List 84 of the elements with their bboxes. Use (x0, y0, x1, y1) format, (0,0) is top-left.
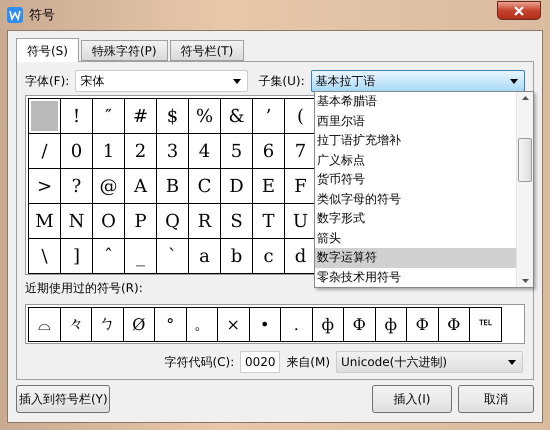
symbol-cell[interactable]: 4 (189, 134, 221, 169)
symbol-cell[interactable]: D (221, 169, 253, 204)
subset-label: 子集(U): (258, 72, 305, 90)
tab[interactable]: 特殊字符(P) (80, 40, 168, 61)
close-icon (514, 6, 524, 16)
symbol-cell[interactable]: c (253, 239, 285, 274)
symbol-cell[interactable]: ? (61, 169, 93, 204)
symbol-cell[interactable]: 1 (93, 134, 125, 169)
window-title: 符号 (29, 7, 55, 24)
symbol-cell[interactable]: @ (93, 169, 125, 204)
recent-label: 近期使用过的符号(R): (25, 280, 143, 297)
symbol-cell[interactable]: > (29, 169, 61, 204)
recent-symbol-cell[interactable]: . (281, 308, 312, 342)
subset-option[interactable]: 数字运算符 (315, 248, 516, 268)
recent-symbol-cell[interactable]: ф (312, 308, 344, 342)
symbol-cell[interactable]: P (125, 204, 157, 239)
symbol-cell[interactable]: _ (125, 239, 157, 274)
caret-icon (508, 360, 516, 364)
recent-symbol-cell[interactable]: ° (155, 308, 186, 342)
symbol-cell[interactable]: $ (157, 99, 189, 134)
symbol-cell[interactable]: S (221, 204, 253, 239)
symbol-cell[interactable]: ! (61, 99, 93, 134)
font-dropdown[interactable]: 宋体 (75, 70, 248, 92)
symbol-cell[interactable]: ˆ (93, 239, 125, 274)
char-code-field[interactable]: 0020 (240, 351, 280, 373)
symbol-cell[interactable]: ` (157, 239, 189, 274)
subset-option[interactable]: 零杂技术用符号 (315, 268, 516, 287)
symbol-cell[interactable]: T (253, 204, 285, 239)
symbol-cell[interactable]: 0 (61, 134, 93, 169)
recent-symbol-cell[interactable]: ф (376, 308, 407, 342)
symbol-cell[interactable]: 2 (125, 134, 157, 169)
tab[interactable]: 符号(S) (16, 38, 79, 62)
symbol-cell[interactable]: N (61, 204, 93, 239)
caret-icon (510, 78, 518, 84)
symbol-cell[interactable]: ] (61, 239, 93, 274)
app-logo-icon (7, 7, 23, 23)
recent-symbol-cell[interactable]: • (250, 308, 281, 342)
char-code-label: 字符代码(C): (164, 354, 234, 370)
recent-symbol-cell[interactable]: 々 (60, 308, 92, 342)
font-label: 字体(F): (25, 72, 70, 90)
insert-button[interactable]: 插入(I) (372, 385, 452, 413)
symbol-cell[interactable]: \ (29, 239, 61, 274)
symbol-cell[interactable]: C (189, 169, 221, 204)
symbol-cell[interactable]: R (189, 204, 221, 239)
close-button[interactable] (497, 1, 541, 20)
symbol-cell[interactable]: ″ (93, 99, 125, 134)
symbol-cell[interactable]: M (29, 204, 61, 239)
symbol-cell[interactable]: % (189, 99, 221, 134)
symbol-cell[interactable]: Q (157, 204, 189, 239)
recent-symbol-cell[interactable]: ⌓ (29, 308, 60, 342)
symbol-cell[interactable]: 6 (253, 134, 285, 169)
symbol-cell[interactable]: # (125, 99, 157, 134)
symbol-cell[interactable]: 3 (157, 134, 189, 169)
scroll-up-icon (522, 96, 528, 100)
encoding-dropdown[interactable]: Unicode(十六进制) (336, 351, 523, 373)
symbol-cell[interactable]: b (221, 239, 253, 274)
recent-symbol-cell[interactable]: ㄅ (92, 308, 124, 342)
recent-symbol-cell[interactable]: Ф (344, 308, 376, 342)
caret-icon (233, 78, 242, 84)
symbol-cell[interactable]: ’ (253, 99, 285, 134)
insert-to-bar-button[interactable]: 插入到符号栏(Y) (16, 385, 110, 413)
symbol-cell[interactable]: O (93, 204, 125, 239)
cancel-button[interactable]: 取消 (458, 385, 534, 413)
symbol-cell[interactable]: a (189, 239, 221, 274)
recent-symbol-cell[interactable]: Ø (124, 308, 155, 342)
recent-symbol-cell[interactable]: Ф (407, 308, 438, 342)
scrollbar[interactable] (516, 92, 533, 287)
symbol-cell[interactable]: E (253, 169, 285, 204)
recent-symbol-cell[interactable]: ℡ (470, 308, 502, 342)
symbol-cell[interactable] (29, 99, 61, 134)
scroll-down-icon (522, 279, 528, 283)
subset-dropdown[interactable]: 基本拉丁语 (310, 70, 525, 92)
symbol-cell[interactable]: B (157, 169, 189, 204)
symbol-cell[interactable]: 5 (221, 134, 253, 169)
recent-symbol-cell[interactable]: Φ (438, 308, 470, 342)
symbol-cell[interactable]: / (29, 134, 61, 169)
from-label: 来自(M) (286, 354, 330, 370)
tab[interactable]: 符号栏(T) (170, 40, 244, 61)
symbol-cell[interactable]: A (125, 169, 157, 204)
symbol-cell[interactable]: & (221, 99, 253, 134)
subset-option[interactable]: 基本希腊语 (315, 92, 516, 112)
recent-symbol-cell[interactable]: 。 (186, 308, 218, 342)
scrollbar-thumb[interactable] (518, 138, 532, 182)
recent-symbol-cell[interactable]: × (218, 308, 250, 342)
